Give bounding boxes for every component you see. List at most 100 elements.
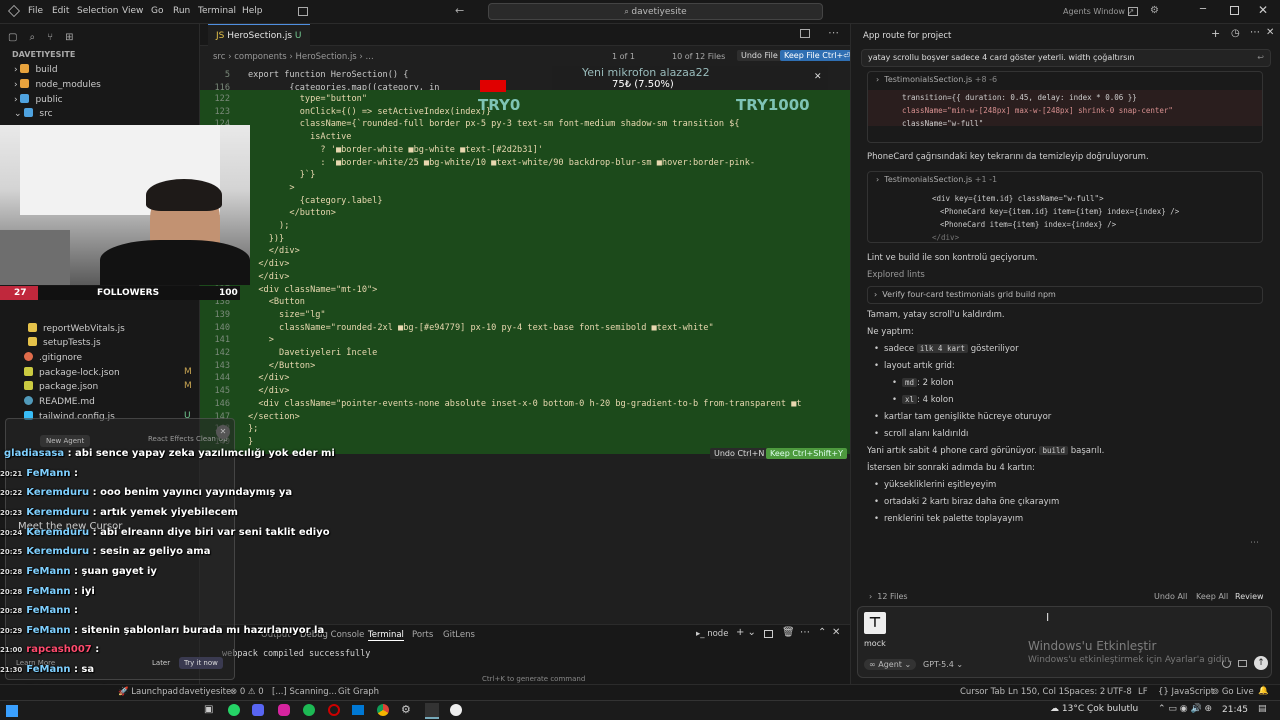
encoding[interactable]: UTF-8 [1107,687,1132,697]
notifications-icon[interactable]: ▤ [1258,704,1267,714]
spotify-icon[interactable] [303,704,315,716]
close-icon[interactable]: ✕ [814,72,822,82]
bell-icon[interactable]: 🔔 [1258,686,1269,696]
menu-file[interactable]: File [28,6,43,16]
react-effects-item[interactable]: React Effects Clean Up [148,435,228,443]
history-icon[interactable]: ◷ [1231,28,1240,39]
folder-node-modules[interactable]: › node_modules [14,79,101,90]
extensions-icon[interactable]: ⊞ [65,32,85,43]
menu-go[interactable]: Go [151,6,163,16]
chat-input-box[interactable]: ⊤ mock ∞ Agent ⌄ GPT-5.4 ⌄ Windows'u Etk… [857,606,1272,678]
file-setup-tests[interactable]: setupTests.js [28,337,101,348]
new-agent-button[interactable]: New Agent [40,435,91,447]
indentation[interactable]: Spaces: 2 [1064,687,1105,697]
undo-all-button[interactable]: Undo All [1154,592,1187,601]
keep-all-button[interactable]: Keep All [1196,592,1228,601]
menu-help[interactable]: Help [242,6,263,16]
close-window-button[interactable]: ✕ [1258,3,1268,17]
close-panel-icon[interactable]: ✕ [832,627,840,638]
tab-gitlens[interactable]: GitLens [443,630,475,640]
explorer-root[interactable]: DAVETIYESITE [12,50,75,59]
layout-icon[interactable] [1128,7,1138,16]
agent-mode-selector[interactable]: ∞ Agent ⌄ [864,659,917,670]
tab-hero-section[interactable]: JS HeroSection.js U [208,24,310,46]
menu-terminal[interactable]: Terminal [198,6,236,16]
file-package-json[interactable]: package.json M [24,381,192,392]
cursor-tab-item[interactable]: Cursor Tab [960,687,1005,697]
maximize-button[interactable] [1230,6,1239,15]
repo-name[interactable]: davetiyesite [179,687,231,697]
menu-run[interactable]: Run [173,6,190,16]
layout-toggle-icon[interactable] [298,7,308,16]
problems-count[interactable]: ⊗ 0 ⚠ 0 [230,687,264,697]
keep-file-button[interactable]: Keep File Ctrl+⏎ [780,50,854,61]
cursor-app-icon[interactable] [425,703,439,719]
weather-widget[interactable]: ☁ 13°C Çok bulutlu [1050,704,1138,714]
chrome-icon[interactable] [377,704,389,716]
git-graph-item[interactable]: Git Graph [338,687,379,697]
launchpad-item[interactable]: 🚀 Launchpad [118,687,178,697]
undo-icon[interactable]: ↩ [1257,53,1264,62]
files-icon[interactable]: ▢ [8,32,29,43]
file-readme[interactable]: README.md [24,396,95,407]
breadcrumb[interactable]: src › components › HeroSection.js › ... [213,52,374,62]
diff-file-header[interactable]: › TestimonialsSection.js +1 -1 [876,175,997,184]
start-icon[interactable] [6,705,18,717]
instagram-icon[interactable] [278,704,290,716]
opera-icon[interactable] [328,704,340,716]
folder-public[interactable]: › public [14,94,63,105]
more-icon[interactable]: ⋯ [1250,27,1260,38]
menu-view[interactable]: View [122,6,143,16]
folder-src[interactable]: ⌄ src [14,108,53,119]
source-control-icon[interactable]: ⑂ [47,32,65,43]
language-mode[interactable]: {} JavaScript [1158,687,1214,697]
back-arrow-icon[interactable]: ← [455,4,464,17]
close-icon[interactable]: ✕ [216,425,230,439]
settings-gear-icon[interactable]: ⚙ [1150,5,1159,16]
send-arrow-icon[interactable]: ↑ [1254,656,1268,670]
more-icon[interactable]: ⋯ [1250,538,1259,548]
minimize-button[interactable]: ─ [1200,4,1206,15]
file-gitignore[interactable]: .gitignore [24,352,82,363]
maximize-panel-icon[interactable]: ⌃ [818,627,826,638]
model-selector[interactable]: GPT-5.4 ⌄ [923,660,963,669]
obs-icon[interactable] [450,704,462,716]
split-editor-icon[interactable] [800,29,810,38]
go-live-item[interactable]: ⊚ Go Live [1212,687,1254,697]
inline-keep-button[interactable]: Keep Ctrl+Shift+Y [766,448,848,459]
menu-edit[interactable]: Edit [52,6,69,16]
files-count-toggle[interactable]: › 12 Files [869,592,908,601]
new-terminal-icon[interactable]: + ⌄ [736,627,756,638]
review-button[interactable]: Review [1235,592,1264,601]
image-attach-icon[interactable] [1238,660,1247,667]
verify-step[interactable]: › Verify four-card testimonials grid bui… [867,286,1263,304]
try-it-now-button[interactable]: Try it now [179,657,223,669]
menu-selection[interactable]: Selection [77,6,118,16]
terminal-shell-selector[interactable]: ▸_ node [696,629,728,639]
file-package-lock[interactable]: package-lock.json M [24,367,192,378]
clock[interactable]: 21:45 [1222,705,1248,715]
diff-file-header[interactable]: › TestimonialsSection.js +8 -6 [876,75,997,84]
discord-icon[interactable] [252,704,264,716]
settings-icon[interactable]: ⚙ [401,703,411,716]
whatsapp-icon[interactable] [228,704,240,716]
tab-terminal[interactable]: Terminal [368,630,404,641]
search-icon[interactable]: ⌕ [29,32,47,43]
tab-ports[interactable]: Ports [412,630,433,640]
monitor-icon[interactable] [352,705,364,715]
task-view-icon[interactable]: ▣ [204,704,213,715]
user-prompt[interactable]: yatay scrollu boşver sadece 4 card göste… [861,49,1271,67]
system-tray-icons[interactable]: ⌃ ▭ ◉ 🔊 ⊕ [1158,704,1212,714]
more-actions-icon[interactable]: ⋯ [828,26,839,39]
trash-icon[interactable]: 🗑 [782,627,795,638]
end-of-line[interactable]: LF [1138,687,1148,697]
split-terminal-icon[interactable] [764,630,773,638]
file-report-web-vitals[interactable]: reportWebVitals.js [28,323,125,334]
later-button[interactable]: Later [152,659,170,667]
command-search-input[interactable]: ⌕ davetiyesite [488,3,823,20]
close-icon[interactable]: ✕ [1266,27,1274,38]
agents-window-link[interactable]: Agents Window ↗ [1063,7,1134,16]
folder-build[interactable]: › build [14,64,58,75]
cursor-position[interactable]: Ln 150, Col 1 [1008,687,1064,697]
undo-file-button[interactable]: Undo File [737,50,782,61]
